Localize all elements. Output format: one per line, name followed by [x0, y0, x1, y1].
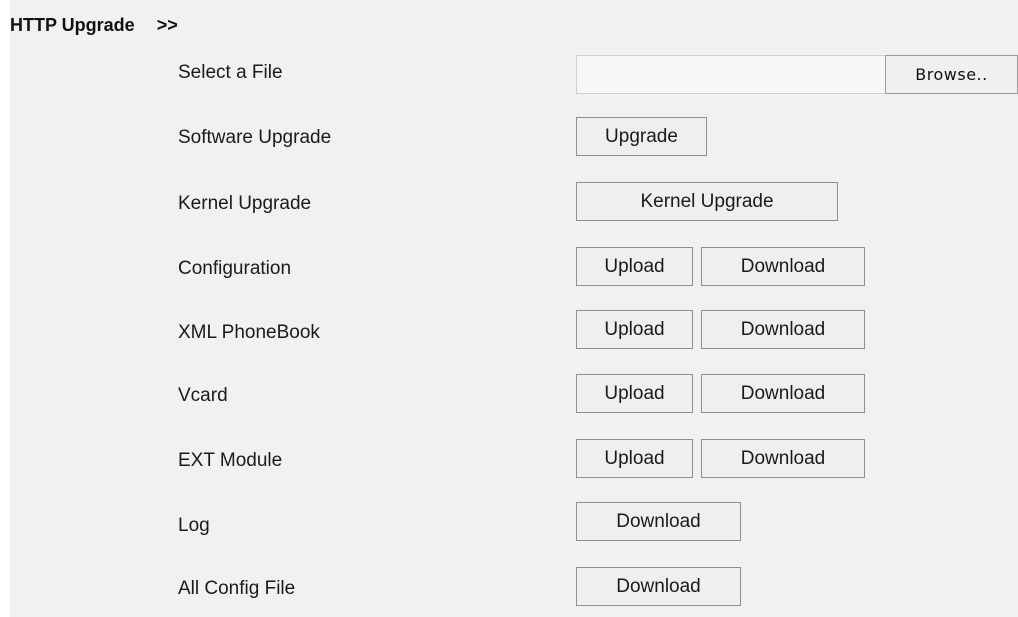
- section-title-text: HTTP Upgrade: [10, 15, 135, 35]
- section-arrows: >>: [156, 15, 178, 35]
- log-label: Log: [178, 515, 210, 536]
- software-upgrade-label: Software Upgrade: [178, 127, 332, 148]
- xml-phonebook-upload-button[interactable]: Upload: [576, 310, 693, 349]
- all-config-download-button[interactable]: Download: [576, 567, 741, 606]
- kernel-upgrade-button[interactable]: Kernel Upgrade: [576, 182, 838, 221]
- configuration-download-button[interactable]: Download: [701, 247, 865, 286]
- kernel-upgrade-label: Kernel Upgrade: [178, 193, 312, 214]
- browse-button[interactable]: Browse..: [885, 55, 1018, 94]
- xml-phonebook-download-button[interactable]: Download: [701, 310, 865, 349]
- all-config-file-label: All Config File: [178, 578, 296, 599]
- ext-module-label: EXT Module: [178, 450, 283, 471]
- configuration-upload-button[interactable]: Upload: [576, 247, 693, 286]
- ext-module-upload-button[interactable]: Upload: [576, 439, 693, 478]
- section-title: HTTP Upgrade >>: [10, 15, 178, 36]
- select-file-label: Select a File: [178, 62, 283, 83]
- vcard-download-button[interactable]: Download: [701, 374, 865, 413]
- vcard-label: Vcard: [178, 385, 228, 406]
- http-upgrade-panel: HTTP Upgrade >> Select a File Browse.. So…: [10, 0, 1018, 617]
- software-upgrade-button[interactable]: Upgrade: [576, 117, 707, 156]
- xml-phonebook-label: XML PhoneBook: [178, 322, 320, 343]
- log-download-button[interactable]: Download: [576, 502, 741, 541]
- vcard-upload-button[interactable]: Upload: [576, 374, 693, 413]
- ext-module-download-button[interactable]: Download: [701, 439, 865, 478]
- configuration-label: Configuration: [178, 258, 292, 279]
